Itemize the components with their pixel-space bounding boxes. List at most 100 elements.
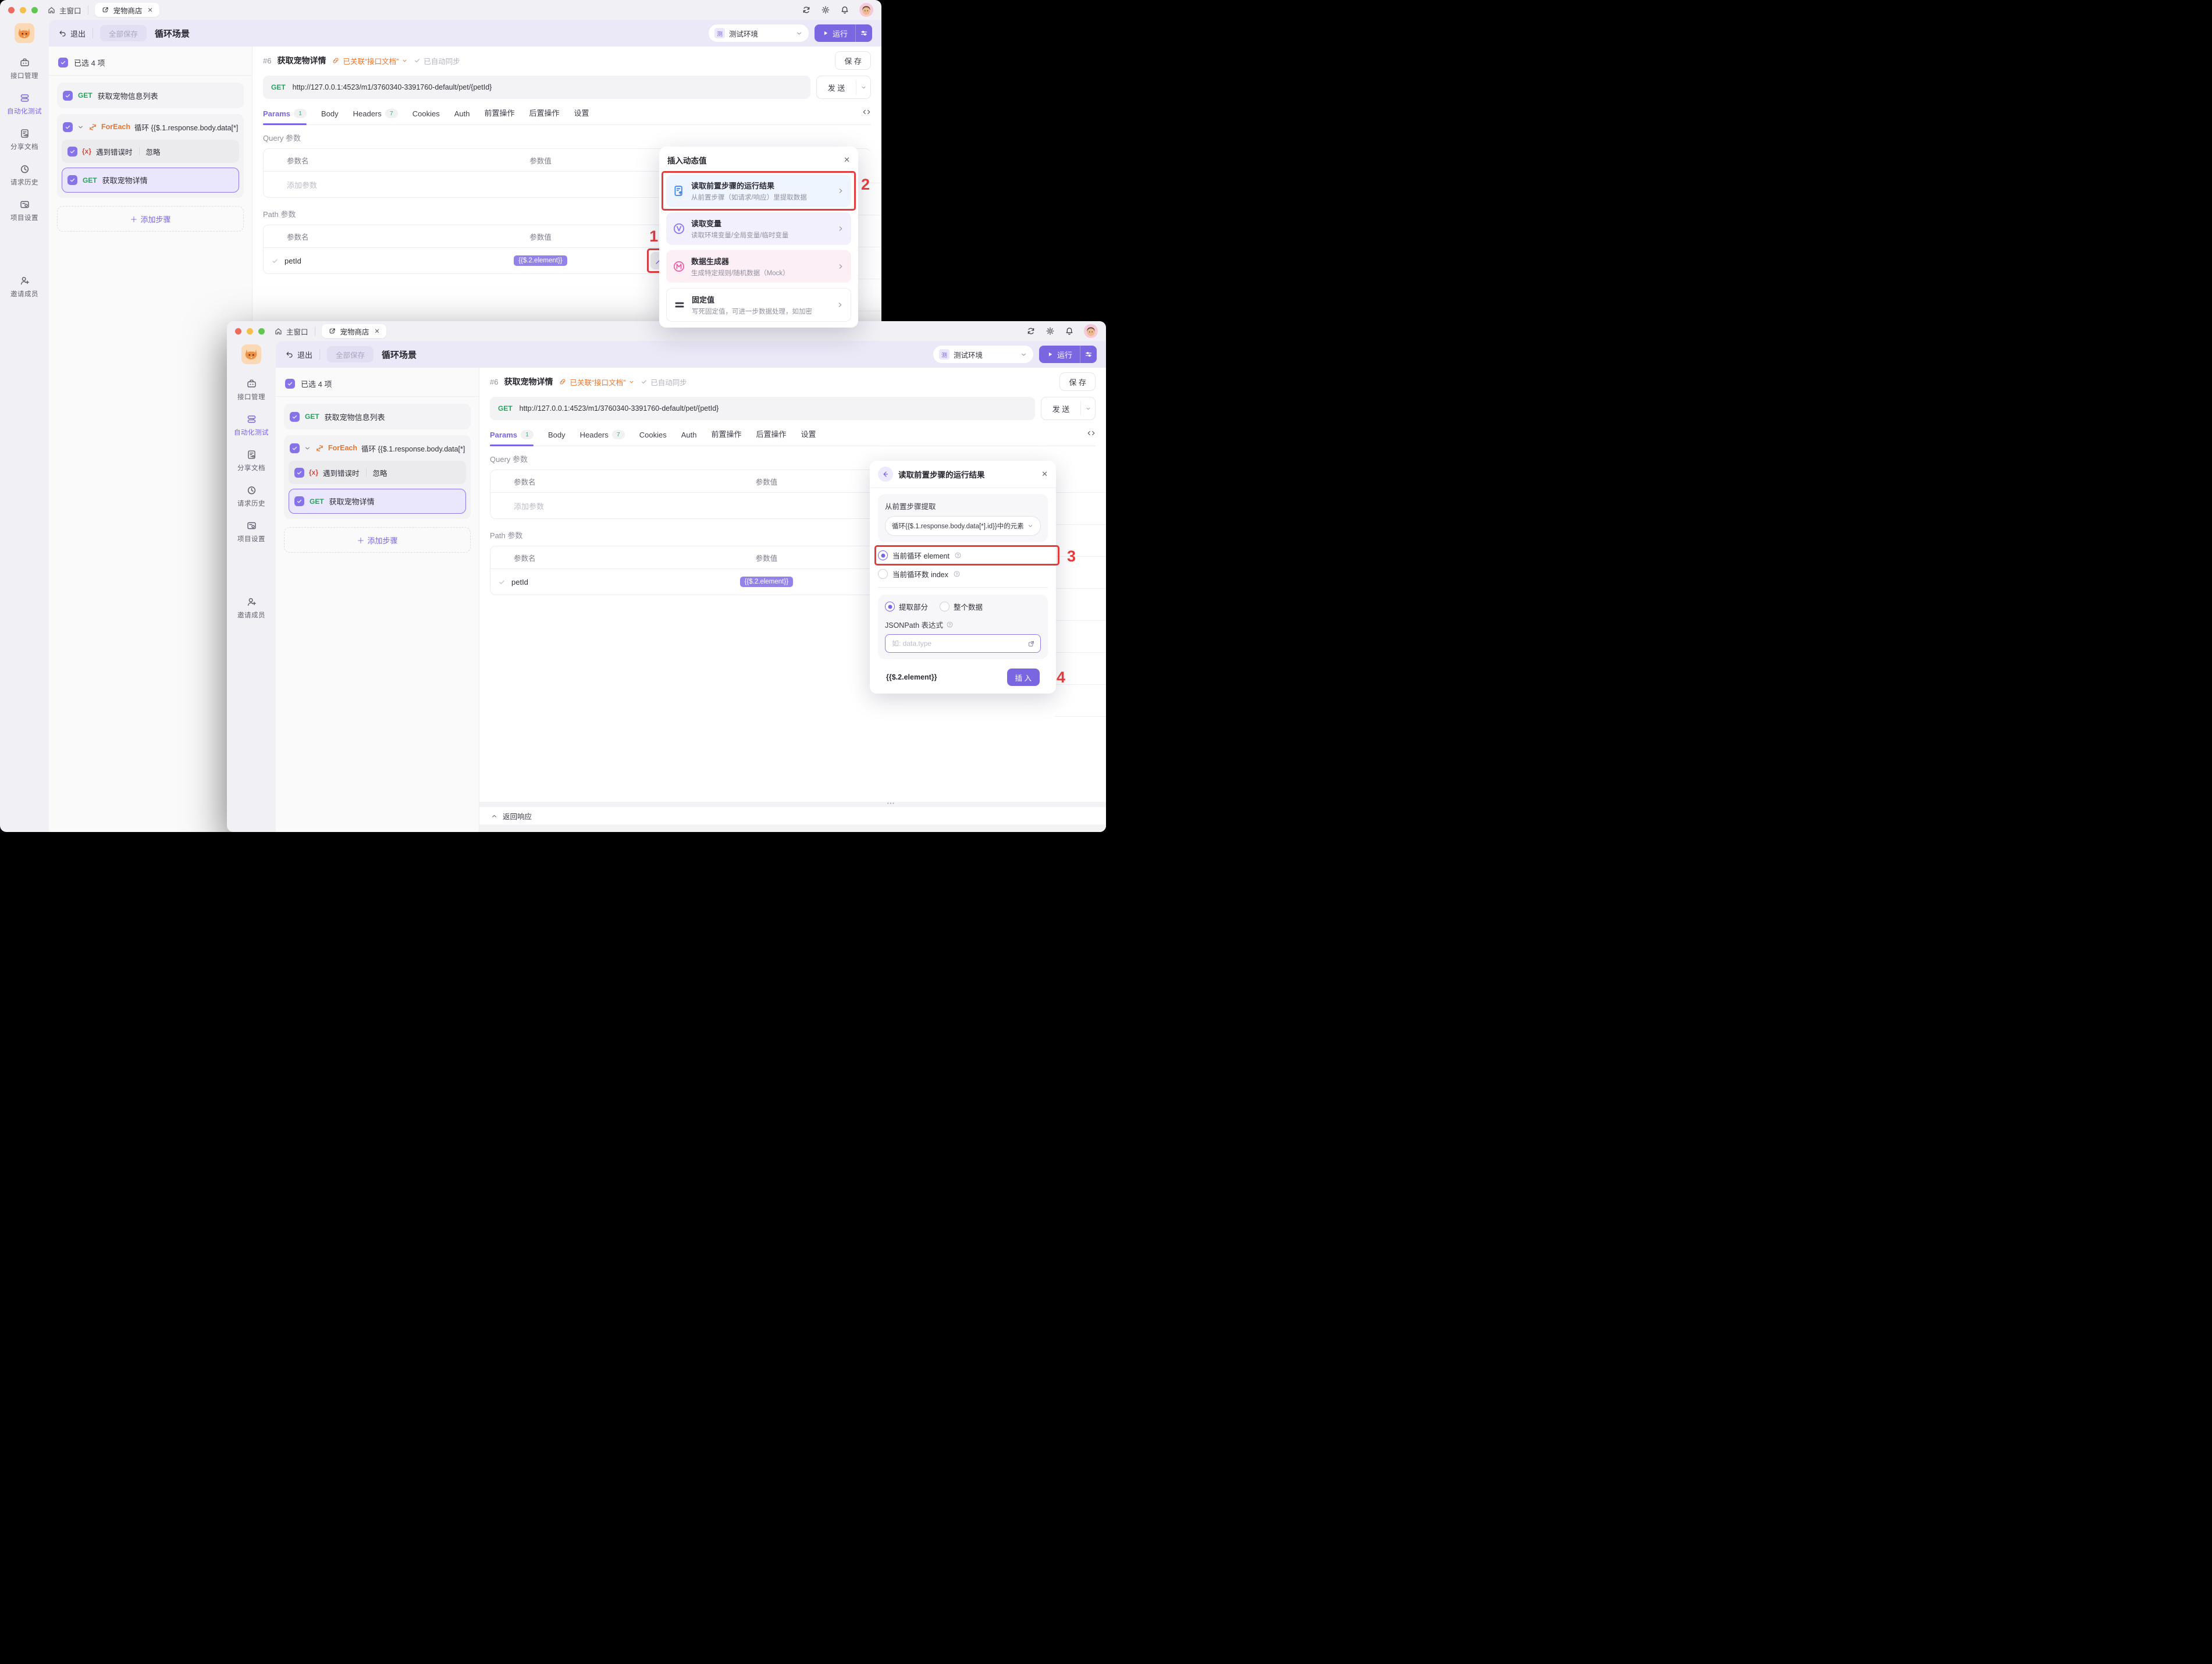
sidebar-item-automated-testing[interactable]: 自动化测试 bbox=[7, 93, 42, 116]
drag-handle-icon[interactable]: ⋯ bbox=[887, 798, 895, 808]
run-button[interactable]: 运行 bbox=[1039, 346, 1097, 363]
step-get-pet-list[interactable]: GET 获取宠物信息列表 bbox=[284, 404, 471, 429]
send-options-button[interactable] bbox=[1081, 397, 1095, 419]
bell-icon[interactable] bbox=[840, 5, 849, 15]
tab-post-operations[interactable]: 后置操作 bbox=[529, 107, 560, 125]
foreach-step-header[interactable]: ForEach 循环 {{$.1.response.body.data[*].i… bbox=[289, 435, 466, 461]
tab-auth[interactable]: Auth bbox=[454, 109, 470, 125]
help-icon[interactable] bbox=[953, 570, 961, 578]
sidebar-item-invite-members[interactable]: 邀请成员 bbox=[237, 596, 265, 620]
step-get-pet-list[interactable]: GET 获取宠物信息列表 bbox=[57, 83, 244, 108]
jsonpath-input[interactable] bbox=[891, 639, 1027, 648]
send-options-button[interactable] bbox=[856, 76, 870, 98]
tab-params[interactable]: Params1 bbox=[263, 109, 307, 125]
response-section-toggle[interactable]: 返回响应 bbox=[479, 807, 1106, 824]
gear-icon[interactable] bbox=[821, 5, 830, 15]
param-name[interactable]: petId bbox=[284, 257, 301, 265]
sidebar-item-project-settings[interactable]: 项目设置 bbox=[237, 520, 265, 543]
code-view-icon[interactable] bbox=[862, 108, 871, 125]
source-select[interactable]: 循环{{$.1.response.body.data[*].id}}中的元素 bbox=[885, 516, 1041, 536]
tab-settings[interactable]: 设置 bbox=[801, 428, 816, 446]
send-button[interactable]: 发 送 bbox=[816, 76, 871, 99]
tab-main-window[interactable]: 主窗口 bbox=[47, 5, 81, 16]
step-checkbox[interactable] bbox=[67, 175, 77, 185]
radio-current-index[interactable] bbox=[878, 569, 888, 579]
chevron-down-icon[interactable] bbox=[304, 445, 311, 452]
url-input[interactable]: GET http://127.0.0.1:4523/m1/3760340-339… bbox=[490, 397, 1035, 420]
tab-cookies[interactable]: Cookies bbox=[639, 431, 667, 446]
tab-headers[interactable]: Headers7 bbox=[580, 430, 625, 446]
exit-button[interactable]: 退出 bbox=[58, 28, 86, 39]
step-checkbox[interactable] bbox=[63, 91, 73, 101]
send-button[interactable]: 发 送 bbox=[1041, 397, 1096, 420]
sidebar-item-request-history[interactable]: 请求历史 bbox=[237, 485, 265, 508]
code-view-icon[interactable] bbox=[1087, 429, 1096, 446]
zoom-window-button[interactable] bbox=[31, 7, 38, 13]
tab-cookies[interactable]: Cookies bbox=[412, 109, 440, 125]
environment-select[interactable]: 测 测试环境 bbox=[933, 346, 1033, 363]
param-name[interactable]: petId bbox=[511, 578, 528, 586]
param-value-tag[interactable]: {{$.2.element}} bbox=[740, 577, 793, 587]
step-get-pet-detail-selected[interactable]: GET 获取宠物详情 bbox=[62, 168, 239, 193]
popup-item-read-previous-step[interactable]: 读取前置步骤的运行结果 从前置步骤（如请求/响应）里提取数据 2 bbox=[666, 175, 851, 207]
environment-select[interactable]: 测 测试环境 bbox=[709, 24, 809, 42]
tab-body[interactable]: Body bbox=[548, 431, 566, 446]
chevron-down-icon[interactable] bbox=[77, 123, 84, 131]
minimize-window-button[interactable] bbox=[20, 7, 26, 13]
save-button[interactable]: 保 存 bbox=[1059, 372, 1096, 391]
select-all-checkbox[interactable] bbox=[58, 58, 68, 67]
back-button[interactable] bbox=[878, 467, 893, 482]
close-window-button[interactable] bbox=[235, 328, 241, 335]
close-icon[interactable]: ✕ bbox=[844, 155, 850, 165]
minimize-window-button[interactable] bbox=[247, 328, 253, 335]
help-icon[interactable] bbox=[946, 621, 954, 628]
zoom-window-button[interactable] bbox=[258, 328, 265, 335]
tab-settings[interactable]: 设置 bbox=[574, 107, 589, 125]
run-options-button[interactable] bbox=[856, 29, 872, 37]
avatar[interactable] bbox=[1084, 324, 1098, 338]
close-tab-icon[interactable]: ✕ bbox=[375, 328, 380, 335]
step-checkbox[interactable] bbox=[290, 412, 300, 422]
linked-doc-dropdown[interactable]: 已关联“接口文档” bbox=[332, 55, 408, 66]
tab-post-operations[interactable]: 后置操作 bbox=[756, 428, 787, 446]
sidebar-item-automated-testing[interactable]: 自动化测试 bbox=[234, 414, 269, 437]
tab-pet-store[interactable]: 宠物商店 ✕ bbox=[322, 324, 386, 338]
refresh-icon[interactable] bbox=[802, 5, 811, 15]
radio-row-current-element[interactable]: 当前循环 element 3 bbox=[878, 550, 1048, 561]
tab-pre-operations[interactable]: 前置操作 bbox=[711, 428, 741, 446]
step-on-error[interactable]: {x} 遇到错误时 忽略 bbox=[62, 140, 239, 163]
popup-item-data-generator[interactable]: 数据生成器 生成特定规则/随机数据（Mock） bbox=[666, 250, 851, 283]
step-checkbox[interactable] bbox=[294, 496, 304, 506]
radio-whole-data[interactable] bbox=[940, 602, 949, 611]
close-window-button[interactable] bbox=[8, 7, 15, 13]
close-tab-icon[interactable]: ✕ bbox=[148, 6, 153, 14]
sidebar-item-request-history[interactable]: 请求历史 bbox=[10, 163, 38, 187]
bell-icon[interactable] bbox=[1065, 326, 1074, 336]
sidebar-item-share-docs[interactable]: 分享文档 bbox=[10, 128, 38, 151]
avatar[interactable] bbox=[859, 3, 873, 17]
sidebar-item-api-management[interactable]: 接口管理 bbox=[237, 378, 265, 401]
gear-icon[interactable] bbox=[1045, 326, 1055, 336]
add-step-button[interactable]: ＋ 添加步骤 bbox=[284, 527, 471, 553]
sidebar-item-project-settings[interactable]: 项目设置 bbox=[10, 199, 38, 222]
step-checkbox[interactable] bbox=[63, 122, 73, 132]
tab-auth[interactable]: Auth bbox=[681, 431, 697, 446]
run-button[interactable]: 运行 bbox=[815, 24, 872, 42]
refresh-icon[interactable] bbox=[1026, 326, 1036, 336]
step-on-error[interactable]: {x} 遇到错误时 忽略 bbox=[289, 461, 466, 484]
close-icon[interactable]: ✕ bbox=[1041, 470, 1048, 479]
panel-resize-strip[interactable]: ⋯ bbox=[479, 802, 1106, 807]
sidebar-item-share-docs[interactable]: 分享文档 bbox=[237, 449, 265, 472]
sidebar-item-api-management[interactable]: 接口管理 bbox=[10, 57, 38, 80]
radio-current-element[interactable] bbox=[878, 550, 888, 560]
foreach-step-header[interactable]: ForEach 循环 {{$.1.response.body.data[*].i… bbox=[62, 114, 239, 140]
radio-row-current-index[interactable]: 当前循环数 index bbox=[878, 568, 1048, 579]
radio-extract-part[interactable] bbox=[885, 602, 895, 611]
tab-body[interactable]: Body bbox=[321, 109, 339, 125]
tab-pre-operations[interactable]: 前置操作 bbox=[484, 107, 514, 125]
select-all-checkbox[interactable] bbox=[285, 379, 295, 389]
external-link-icon[interactable] bbox=[1027, 640, 1035, 648]
radio-row-extract-part[interactable]: 提取部分 bbox=[885, 601, 928, 612]
help-icon[interactable] bbox=[954, 552, 962, 559]
step-checkbox[interactable] bbox=[290, 443, 300, 453]
